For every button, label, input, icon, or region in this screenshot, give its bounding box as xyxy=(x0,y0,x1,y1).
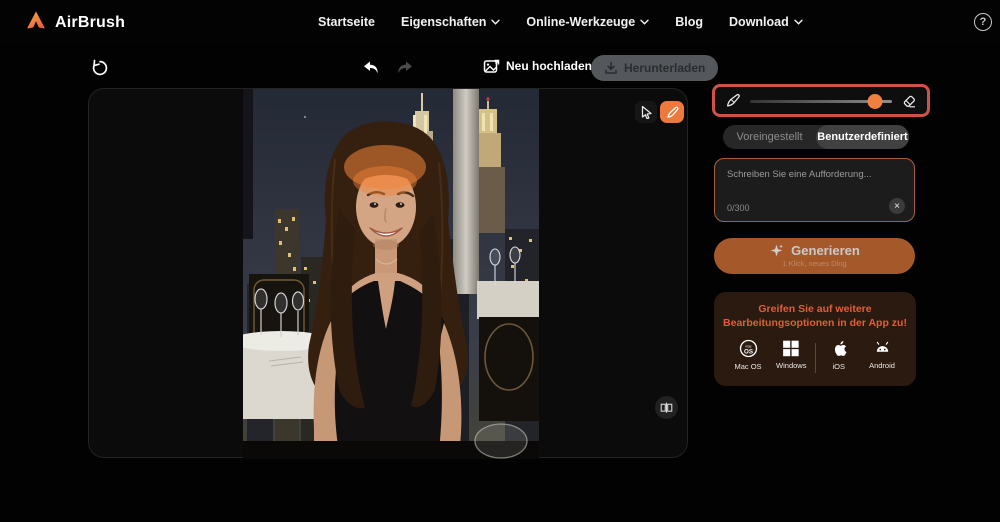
download-button[interactable]: Herunterladen xyxy=(591,55,718,81)
brush-size-slider[interactable] xyxy=(750,94,892,108)
reupload-button[interactable]: Neu hochladen xyxy=(483,57,592,74)
undo-icon xyxy=(362,60,380,76)
select-tool-button[interactable] xyxy=(635,101,657,123)
mode-tabs: Voreingestellt Benutzerdefiniert xyxy=(723,125,909,149)
airbrush-logo-icon xyxy=(26,10,46,35)
prompt-input[interactable] xyxy=(715,159,914,193)
nav-item-blog[interactable]: Blog xyxy=(675,15,703,29)
help-glyph: ? xyxy=(980,16,987,28)
app-promo-card: Greifen Sie auf weitere Bearbeitungsopti… xyxy=(714,292,916,386)
main-nav: Startseite Eigenschaften Online-Werkzeug… xyxy=(318,0,803,44)
windows-icon xyxy=(782,339,800,357)
platform-ios[interactable]: iOS xyxy=(819,339,859,371)
chevron-down-icon xyxy=(640,19,649,25)
generate-label: Generieren xyxy=(791,243,860,258)
download-icon xyxy=(604,61,618,75)
generate-subtext: 1 Klick, neues Ding xyxy=(714,259,915,268)
airbrush-editor: AirBrush Startseite Eigenschaften Online… xyxy=(0,0,1000,522)
promo-title: Greifen Sie auf weitere Bearbeitungsopti… xyxy=(714,302,916,330)
tab-label: Voreingestellt xyxy=(736,131,802,143)
logo-text: AirBrush xyxy=(55,14,125,32)
reset-button[interactable] xyxy=(90,58,110,78)
platform-list: mac OS Mac OS Windows xyxy=(714,330,916,373)
chevron-down-icon xyxy=(794,19,803,25)
tab-label: Benutzerdefiniert xyxy=(817,131,907,143)
active-brush-icon xyxy=(666,106,679,119)
nav-item-download[interactable]: Download xyxy=(729,15,803,29)
nav-item-startseite[interactable]: Startseite xyxy=(318,15,375,29)
brush-icon[interactable] xyxy=(725,93,741,109)
airbrush-logo[interactable]: AirBrush xyxy=(26,10,125,35)
platform-android[interactable]: Android xyxy=(862,339,902,370)
platform-macos[interactable]: mac OS Mac OS xyxy=(728,339,768,371)
photo-illustration[interactable] xyxy=(243,89,539,459)
redo-button[interactable] xyxy=(395,58,415,78)
reupload-label: Neu hochladen xyxy=(506,59,592,73)
android-icon xyxy=(873,339,892,357)
help-icon[interactable]: ? xyxy=(974,13,992,31)
clear-icon: × xyxy=(894,201,900,212)
tab-voreingestellt[interactable]: Voreingestellt xyxy=(723,125,816,149)
tab-benutzerdefiniert[interactable]: Benutzerdefiniert xyxy=(816,125,909,149)
compare-button[interactable] xyxy=(655,396,678,419)
editing-canvas[interactable] xyxy=(88,88,688,458)
brush-size-panel xyxy=(712,84,930,117)
macos-icon: mac OS xyxy=(739,339,758,358)
redo-icon xyxy=(396,60,414,76)
generate-button[interactable]: Generieren 1 Klick, neues Ding xyxy=(714,238,915,274)
nav-label: Online-Werkzeuge xyxy=(526,15,635,29)
nav-label: Download xyxy=(729,15,789,29)
nav-label: Eigenschaften xyxy=(401,15,486,29)
download-label: Herunterladen xyxy=(624,61,705,75)
upload-image-icon xyxy=(483,57,500,74)
brush-tool-button[interactable] xyxy=(660,101,684,123)
nav-item-eigenschaften[interactable]: Eigenschaften xyxy=(401,15,500,29)
slider-thumb[interactable] xyxy=(867,94,882,109)
apple-icon xyxy=(830,339,848,358)
platform-divider xyxy=(815,343,816,373)
header: AirBrush Startseite Eigenschaften Online… xyxy=(0,0,1000,44)
undo-button[interactable] xyxy=(361,58,381,78)
compare-icon xyxy=(660,401,673,414)
nav-label: Blog xyxy=(675,15,703,29)
clear-prompt-button[interactable]: × xyxy=(889,198,905,214)
char-counter: 0/300 xyxy=(727,203,750,213)
platform-windows[interactable]: Windows xyxy=(771,339,811,370)
nav-label: Startseite xyxy=(318,15,375,29)
nav-item-online-werkzeuge[interactable]: Online-Werkzeuge xyxy=(526,15,649,29)
cursor-icon xyxy=(640,105,653,119)
sparkle-icon xyxy=(769,243,784,258)
prompt-box: 0/300 × xyxy=(714,158,915,222)
reset-icon xyxy=(91,59,109,77)
svg-text:OS: OS xyxy=(743,349,752,356)
eraser-icon[interactable] xyxy=(901,93,917,109)
chevron-down-icon xyxy=(491,19,500,25)
